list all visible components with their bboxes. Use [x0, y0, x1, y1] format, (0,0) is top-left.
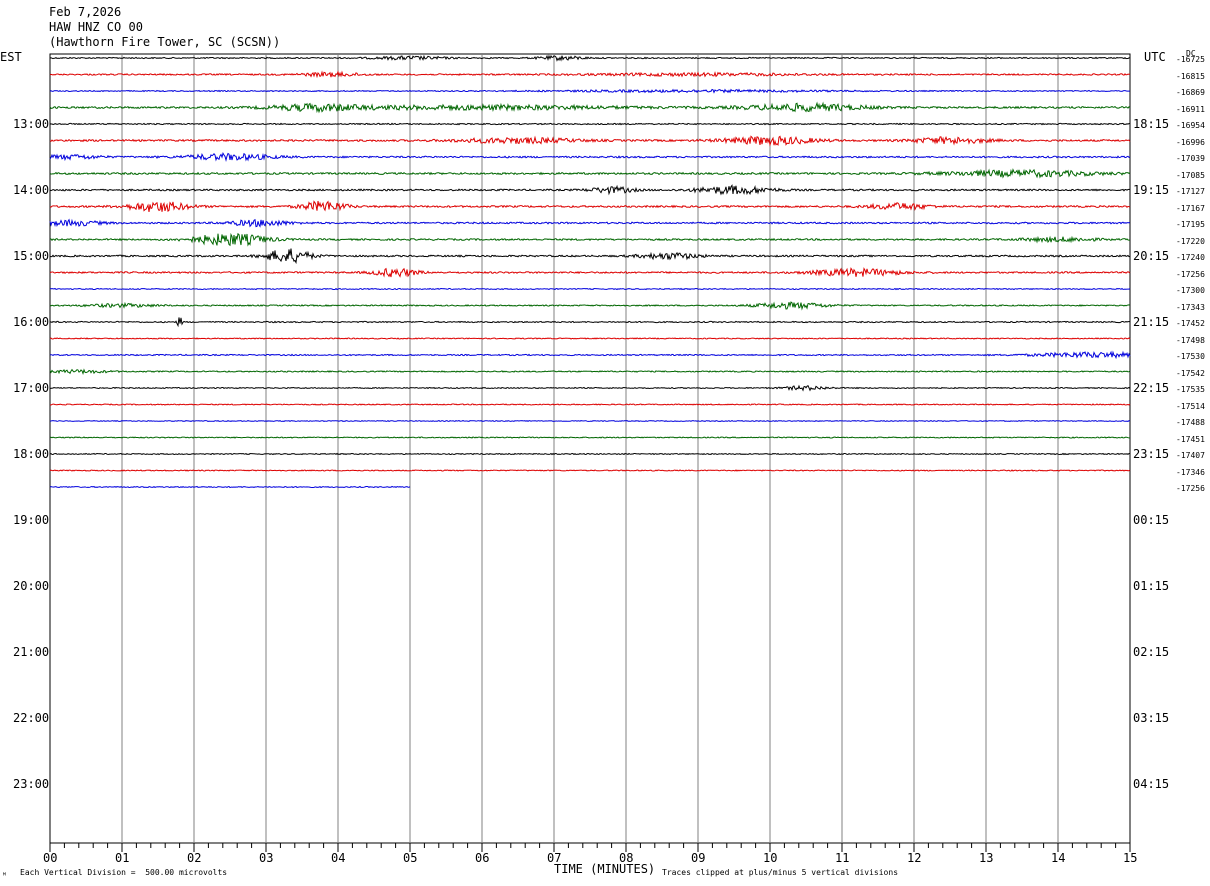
seismic-trace	[49, 152, 1131, 162]
dc-offset-label: -17542	[1176, 368, 1205, 378]
x-tick-label: 10	[763, 851, 778, 865]
utc-hour-label: 18:15	[1133, 117, 1170, 131]
seismic-trace	[49, 469, 1131, 472]
utc-hour-label: 23:15	[1133, 447, 1170, 461]
dc-offset-label: -17195	[1176, 220, 1205, 229]
x-tick-label: 08	[619, 851, 634, 865]
dc-offset-label: -16996	[1176, 137, 1205, 147]
dc-offset-label: -17407	[1176, 451, 1205, 460]
scale-note: Each Vertical Division = 500.00 microvol…	[20, 868, 228, 877]
seismic-trace	[49, 54, 1131, 62]
x-tick-label: 01	[115, 851, 130, 865]
dc-offset-label: -17488	[1176, 418, 1205, 427]
dc-offset-label: -17256	[1176, 484, 1205, 493]
est-hour-label: 19:00	[13, 513, 50, 527]
clip-note: Traces clipped at plus/minus 5 vertical …	[662, 868, 899, 877]
x-tick-label: 11	[835, 851, 850, 865]
seismic-trace	[49, 317, 1131, 328]
dc-offset-label: -17343	[1176, 302, 1205, 312]
dc-offset-label: -17085	[1176, 170, 1205, 180]
dc-offset-label: -16815	[1176, 71, 1205, 81]
utc-hour-label: 04:15	[1133, 777, 1170, 791]
x-tick-label: 12	[907, 851, 922, 865]
dc-offset-label: -17451	[1176, 434, 1205, 444]
helicorder-plot	[49, 53, 1131, 852]
est-hour-label: 14:00	[13, 183, 50, 197]
seismic-trace	[49, 436, 1131, 439]
corner-mark: ᴹ	[2, 871, 7, 880]
dc-offset-label: -17240	[1176, 253, 1205, 262]
utc-hour-label: 19:15	[1133, 183, 1170, 197]
est-hour-label: 22:00	[13, 711, 50, 725]
seismic-trace	[49, 122, 1131, 126]
seismic-trace	[49, 337, 1131, 340]
x-axis-label: TIME (MINUTES)	[554, 862, 656, 876]
seismic-trace	[49, 350, 1131, 360]
seismic-trace	[49, 301, 1131, 311]
dc-offset-label: -17530	[1176, 352, 1205, 361]
dc-offset-label: -16911	[1176, 104, 1205, 114]
dc-offset-label: -16954	[1176, 121, 1205, 130]
seismic-trace	[49, 135, 1131, 147]
seismic-trace	[49, 70, 1131, 79]
dc-offset-label: -16725	[1176, 55, 1205, 64]
seismic-trace	[49, 184, 1130, 196]
dc-offset-label: -17535	[1176, 385, 1205, 394]
dc-offset-label: -17300	[1176, 286, 1205, 295]
est-hour-label: 13:00	[13, 117, 50, 131]
x-tick-label: 07	[547, 851, 562, 865]
seismic-trace	[49, 88, 1130, 94]
seismic-trace	[49, 384, 1131, 392]
est-hour-label: 21:00	[13, 645, 50, 659]
dc-offset-label: -17452	[1176, 319, 1205, 328]
seismic-trace	[49, 267, 1131, 278]
est-hour-label: 23:00	[13, 777, 50, 791]
utc-hour-label: 22:15	[1133, 381, 1170, 395]
est-hour-label: 15:00	[13, 249, 50, 263]
dc-offset-label: -17220	[1176, 236, 1205, 246]
seismic-trace	[49, 403, 1131, 406]
x-tick-label: 04	[331, 851, 346, 865]
dc-offset-label: -17256	[1176, 269, 1205, 279]
x-tick-label: 05	[403, 851, 418, 865]
seismic-trace	[49, 218, 1131, 228]
x-tick-label: 14	[1051, 851, 1066, 865]
utc-hour-label: 00:15	[1133, 513, 1170, 527]
x-tick-label: 09	[691, 851, 706, 865]
x-tick-label: 15	[1123, 851, 1138, 865]
dc-offset-label: -17514	[1176, 401, 1205, 411]
seismic-trace	[49, 232, 1131, 247]
seismic-trace	[49, 452, 1131, 456]
est-hour-label: 20:00	[13, 579, 50, 593]
utc-hour-label: 02:15	[1133, 645, 1170, 659]
dc-offset-label: -17346	[1176, 467, 1205, 477]
est-hour-label: 17:00	[13, 381, 50, 395]
dc-offset-label: -17498	[1176, 335, 1205, 345]
seismic-trace	[49, 101, 1131, 114]
utc-hour-label: 03:15	[1133, 711, 1170, 725]
x-tick-label: 02	[187, 851, 202, 865]
x-tick-label: 13	[979, 851, 994, 865]
seismic-trace	[49, 200, 1131, 213]
seismic-trace	[49, 248, 1131, 265]
utc-hour-label: 01:15	[1133, 579, 1170, 593]
x-tick-label: 00	[43, 851, 58, 865]
dc-offset-label: -17039	[1176, 154, 1205, 163]
seismic-trace	[49, 419, 1131, 423]
dc-offset-label: -17167	[1176, 203, 1205, 213]
est-hour-label: 18:00	[13, 447, 50, 461]
x-tick-label: 06	[475, 851, 490, 865]
seismic-trace	[49, 485, 411, 489]
utc-hour-label: 21:15	[1133, 315, 1170, 329]
x-tick-label: 03	[259, 851, 274, 865]
seismic-trace	[49, 287, 1131, 291]
seismic-trace	[49, 168, 1131, 179]
seismic-trace	[49, 368, 1131, 375]
dc-offset-label: -17127	[1176, 187, 1205, 196]
utc-hour-label: 20:15	[1133, 249, 1170, 263]
est-hour-label: 16:00	[13, 315, 50, 329]
dc-offset-label: -16869	[1176, 88, 1205, 97]
